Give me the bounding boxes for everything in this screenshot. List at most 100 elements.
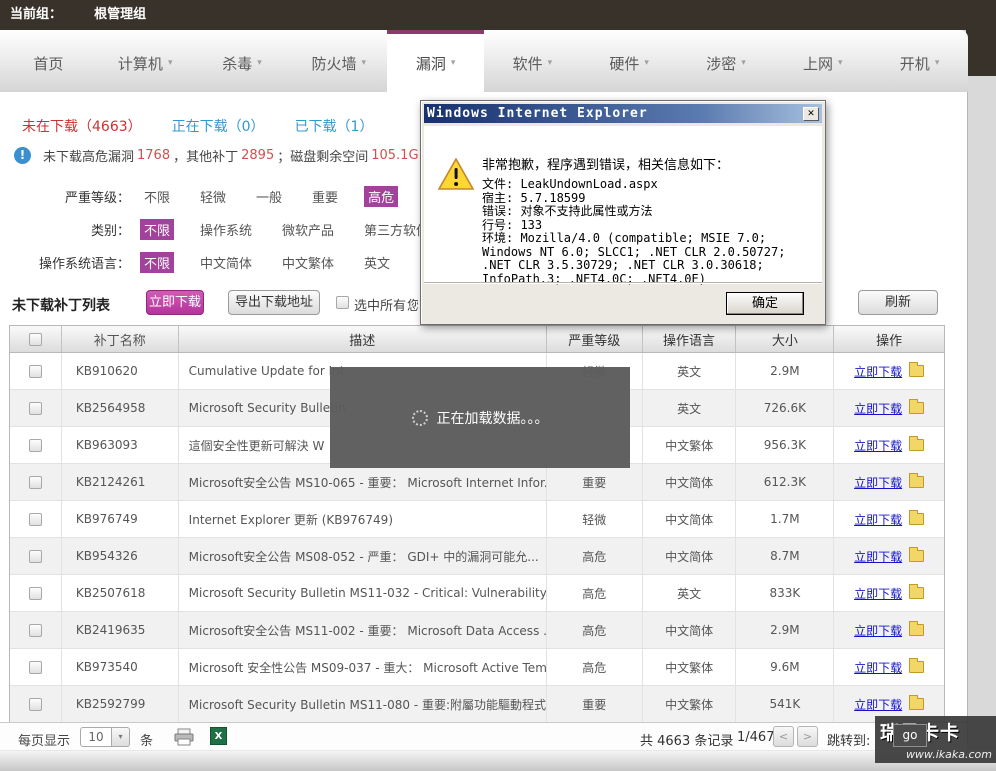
tab-antivirus[interactable]: 杀毒▾ [194,30,291,92]
folder-icon[interactable] [909,661,924,673]
next-page-button[interactable]: > [797,726,818,747]
filter-severity-important[interactable]: 重要 [308,186,342,207]
chevron-down-icon: ▾ [644,59,649,68]
folder-icon[interactable] [909,513,924,525]
row-checkbox[interactable] [29,402,42,415]
patch-name: KB2124261 [62,464,179,500]
clipped-text: 您 [407,295,418,314]
summary-count-other: 2895 [241,148,274,163]
filter-severity-normal[interactable]: 一般 [252,186,286,207]
filter-severity-high[interactable]: 高危 [364,186,398,207]
export-urls-button[interactable]: 导出下载地址 [228,290,320,315]
detail-error: 错误: 对象不支持此属性或方法 [482,205,818,219]
download-link[interactable]: 立即下载 [854,696,902,713]
spinner-icon [412,410,428,426]
table-row: KB954326 Microsoft安全公告 MS08-052 - 严重： GD… [10,538,944,575]
header-checkbox[interactable] [29,333,42,346]
tab-not-downloaded[interactable]: 未在下载（4663） [22,116,142,136]
folder-icon[interactable] [909,476,924,488]
dialog-message: 非常抱歉，程序遇到错误，相关信息如下： [482,154,729,173]
patch-size: 833K [736,575,834,611]
chevron-down-icon: ▾ [168,59,173,68]
tab-downloading[interactable]: 正在下载（0） [172,116,265,136]
detail-host: 宿主: 5.7.18599 [482,192,818,206]
folder-icon[interactable] [909,550,924,562]
row-checkbox[interactable] [29,587,42,600]
filter-category-os[interactable]: 操作系统 [196,219,256,240]
row-checkbox[interactable] [29,476,42,489]
tab-software[interactable]: 软件▾ [484,30,581,92]
tab-hardware[interactable]: 硬件▾ [581,30,678,92]
prev-page-button[interactable]: < [773,726,794,747]
patch-desc: Microsoft Security Bulletin MS11-032 - C… [179,575,547,611]
excel-export-icon[interactable]: X [210,727,227,745]
filter-lang-traditional[interactable]: 中文繁体 [278,252,338,273]
folder-icon[interactable] [909,365,924,377]
tab-downloaded[interactable]: 已下载（1） [295,116,374,136]
filter-category-microsoft[interactable]: 微软产品 [278,219,338,240]
dialog-titlebar[interactable]: Windows Internet Explorer ✕ [424,104,822,123]
tab-boot[interactable]: 开机▾ [871,30,968,92]
patch-name: KB2507618 [62,575,179,611]
row-checkbox[interactable] [29,439,42,452]
folder-icon[interactable] [909,587,924,599]
row-checkbox[interactable] [29,365,42,378]
printer-icon[interactable] [174,728,194,750]
folder-icon[interactable] [909,402,924,414]
patch-table-header: 补丁名称 描述 严重等级 操作语言 大小 操作 [10,326,944,353]
per-page-input[interactable] [80,727,112,747]
row-checkbox[interactable] [29,698,42,711]
download-link[interactable]: 立即下载 [854,400,902,417]
ok-button[interactable]: 确定 [726,292,804,315]
info-icon: ! [14,147,31,164]
tab-classified[interactable]: 涉密▾ [678,30,775,92]
folder-icon[interactable] [909,624,924,636]
folder-icon[interactable] [909,698,924,710]
tab-home-label: 首页 [33,53,63,74]
patch-lang: 中文繁体 [643,427,737,463]
download-link[interactable]: 立即下载 [854,548,902,565]
select-all-checkbox[interactable] [336,296,349,309]
download-link[interactable]: 立即下载 [854,437,902,454]
filter-severity-any[interactable]: 不限 [140,186,174,207]
download-link[interactable]: 立即下载 [854,585,902,602]
tab-vulnerability[interactable]: 漏洞▾ [387,30,484,92]
filter-lang-english[interactable]: 英文 [360,252,394,273]
table-row: KB2419635 Microsoft安全公告 MS11-002 - 重要： M… [10,612,944,649]
tab-internet[interactable]: 上网▾ [774,30,871,92]
download-link[interactable]: 立即下载 [854,474,902,491]
current-group-value: 根管理组 [94,7,146,22]
download-now-button[interactable]: 立即下载 [146,290,204,315]
patch-severity: 高危 [547,612,643,648]
row-checkbox[interactable] [29,550,42,563]
close-icon[interactable]: ✕ [803,107,819,121]
tab-home[interactable]: 首页 [0,30,97,92]
folder-icon[interactable] [909,439,924,451]
download-link[interactable]: 立即下载 [854,363,902,380]
table-row: KB2507618 Microsoft Security Bulletin MS… [10,575,944,612]
download-link[interactable]: 立即下载 [854,622,902,639]
select-all-label: 选中所有 [354,295,406,314]
row-checkbox[interactable] [29,513,42,526]
col-patch-name: 补丁名称 [62,326,179,352]
patch-lang: 英文 [643,353,737,389]
tab-firewall[interactable]: 防火墙▾ [290,30,387,92]
patch-desc: Microsoft安全公告 MS11-002 - 重要： Microsoft D… [179,612,547,648]
filter-lang-simplified[interactable]: 中文简体 [196,252,256,273]
download-link[interactable]: 立即下载 [854,511,902,528]
per-page-dropdown-button[interactable]: ▾ [112,727,130,747]
patch-severity: 高危 [547,538,643,574]
tab-internet-label: 上网 [803,53,833,74]
tab-computer[interactable]: 计算机 ▾ [97,30,194,92]
go-button[interactable]: go [893,724,927,747]
download-link[interactable]: 立即下载 [854,659,902,676]
row-checkbox[interactable] [29,624,42,637]
refresh-button[interactable]: 刷新 [858,290,938,315]
patch-name: KB910620 [62,353,179,389]
tab-computer-label: 计算机 [118,53,163,74]
filter-category-any[interactable]: 不限 [140,219,174,240]
filter-severity-minor[interactable]: 轻微 [196,186,230,207]
filter-lang-any[interactable]: 不限 [140,252,174,273]
row-checkbox[interactable] [29,661,42,674]
col-action: 操作 [834,326,944,352]
